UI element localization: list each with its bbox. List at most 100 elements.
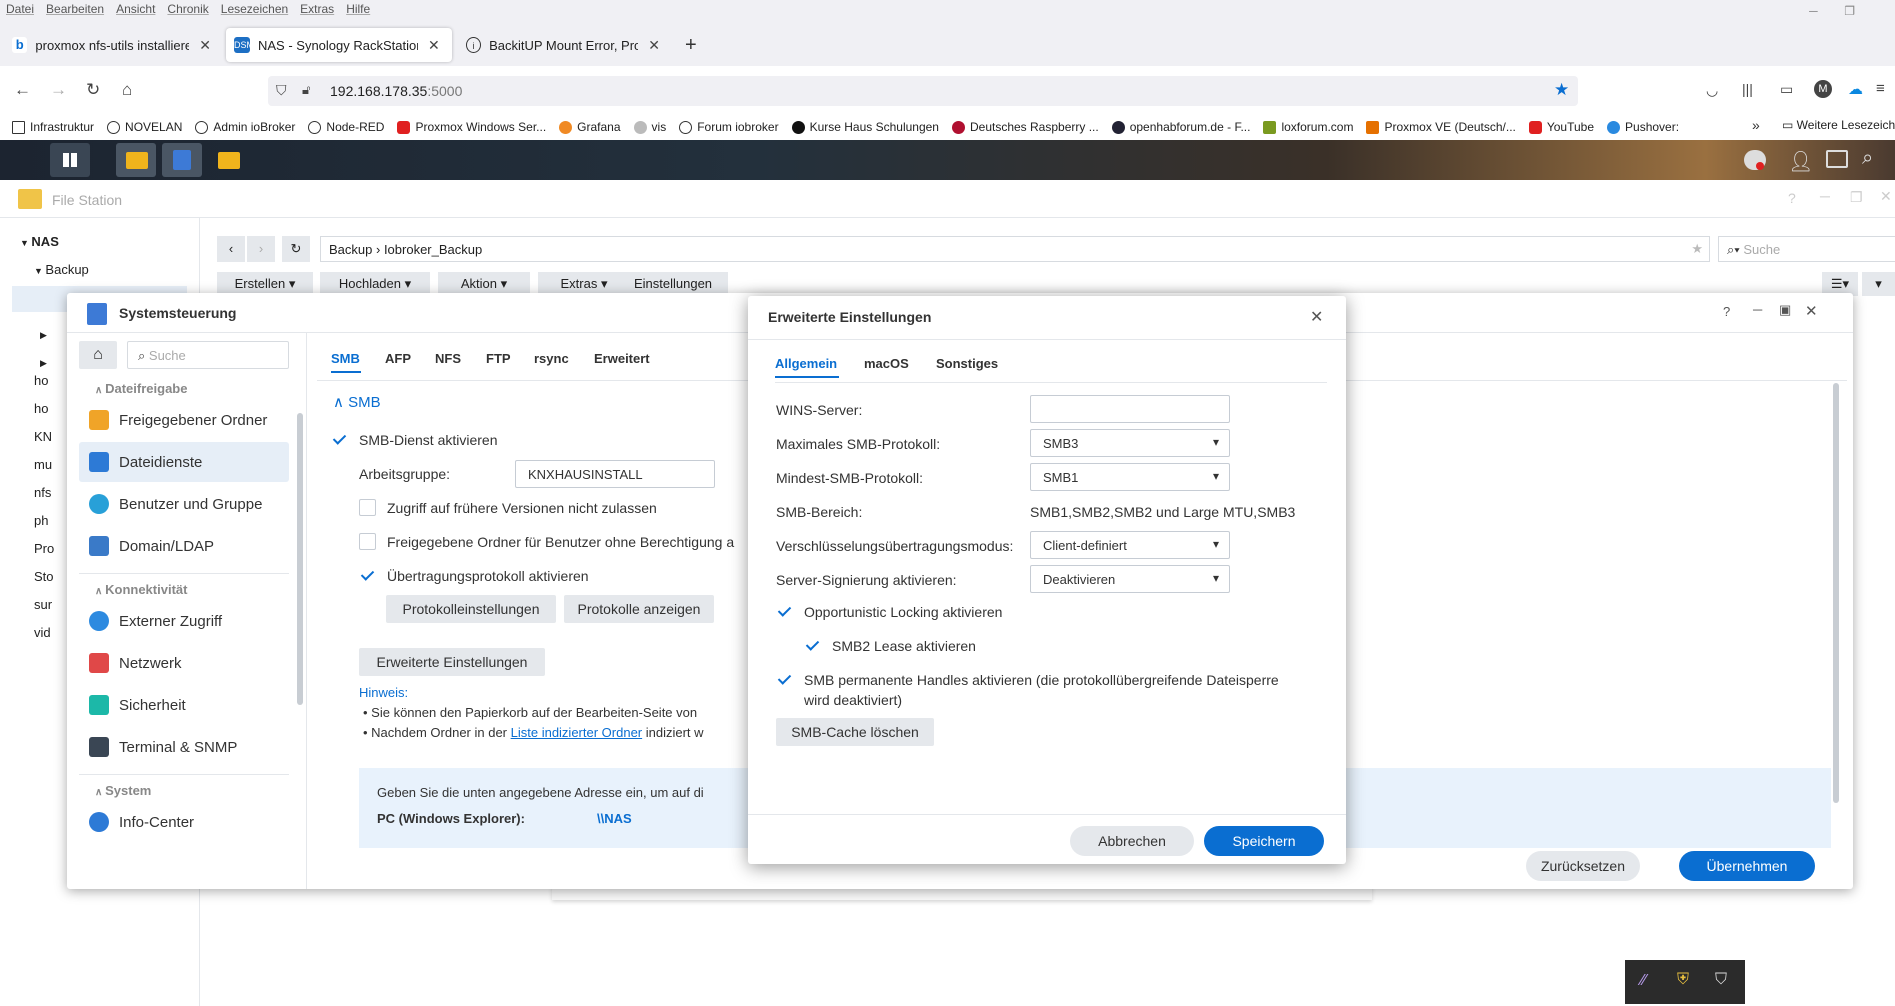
new-tab-icon[interactable]: + <box>685 34 697 57</box>
tab-rsync[interactable]: rsync <box>534 351 569 366</box>
close-icon[interactable]: ✕ <box>199 37 211 54</box>
bookmark-folder[interactable]: Infrastruktur <box>12 120 94 134</box>
bookmark[interactable]: Proxmox VE (Deutsch/... <box>1366 120 1516 134</box>
cloud-icon[interactable]: ☁ <box>1848 80 1863 98</box>
workgroup-input[interactable]: KNXHAUSINSTALL <box>515 460 715 488</box>
menu-chronik[interactable]: Chronik <box>161 0 214 16</box>
account-icon[interactable]: M <box>1814 80 1832 98</box>
bookmark[interactable]: Admin ioBroker <box>195 120 295 134</box>
url-text[interactable]: 192.168.178.35:5000 <box>330 83 462 99</box>
home-icon[interactable]: ⌂ <box>122 80 132 100</box>
reset-button[interactable]: Zurücksetzen <box>1526 851 1640 881</box>
indexed-folders-link[interactable]: Liste indizierter Ordner <box>511 725 643 740</box>
section-system[interactable]: ∧ System <box>95 783 151 798</box>
bookmark[interactable]: Kurse Haus Schulungen <box>791 120 939 134</box>
min-protocol-select[interactable]: SMB1 <box>1030 463 1230 491</box>
signing-select[interactable]: Deaktivieren <box>1030 565 1230 593</box>
filestation-search[interactable]: ⌕▾ Suche <box>1718 236 1895 262</box>
close-icon[interactable]: ✕ <box>1310 307 1323 327</box>
home-icon[interactable]: ⌂ <box>79 341 117 369</box>
shield-icon[interactable]: ⛉ <box>276 82 287 99</box>
sidebar-item-freigegebener-ordner[interactable]: Freigegebener Ordner <box>79 400 289 440</box>
close-icon[interactable]: ✕ <box>428 37 440 54</box>
controlpanel-taskbar-button[interactable] <box>162 143 202 177</box>
tab-smb[interactable]: SMB <box>331 351 360 366</box>
caret-right-icon[interactable]: ▶ <box>40 358 47 369</box>
durable-handles-checkbox[interactable] <box>776 671 793 688</box>
lock-icon[interactable]: 🔓︎ <box>302 82 310 98</box>
section-konnektivitaet[interactable]: ∧ Konnektivität <box>95 582 187 597</box>
sidebar-item-benutzer[interactable]: Benutzer und Gruppe <box>79 484 289 524</box>
user-icon[interactable]: 👤︎ <box>1788 149 1813 174</box>
advanced-settings-button[interactable]: Erweiterte Einstellungen <box>359 648 545 676</box>
tab-nfs[interactable]: NFS <box>435 351 461 366</box>
max-protocol-select[interactable]: SMB3 <box>1030 429 1230 457</box>
close-icon[interactable]: ✕ <box>648 37 660 54</box>
sidebar-item-netzwerk[interactable]: Netzwerk <box>79 643 289 683</box>
reload-icon[interactable]: ↻ <box>86 80 100 100</box>
window-controls[interactable]: ─ ❐ <box>1809 4 1855 18</box>
tree-item[interactable]: Sto <box>34 569 54 584</box>
view-logs-button[interactable]: Protokolle anzeigen <box>564 595 714 623</box>
minimize-icon[interactable]: ─ <box>1820 188 1830 204</box>
tree-root[interactable]: ▼ NAS <box>20 234 59 249</box>
tree-item[interactable]: ho <box>34 401 48 416</box>
caret-right-icon[interactable]: ▶ <box>40 330 47 341</box>
tab-sonstiges[interactable]: Sonstiges <box>936 356 998 371</box>
bookmark[interactable]: Node-RED <box>308 120 384 134</box>
tab-proxmox[interactable]: b proxmox nfs-utils installieren - ✕ <box>4 28 219 62</box>
filestation-taskbar-button[interactable] <box>116 143 156 177</box>
bookmark[interactable]: YouTube <box>1528 120 1594 134</box>
pocket-icon[interactable]: ◡ <box>1706 82 1718 99</box>
bookmark-more[interactable]: ▭ Weitere Lesezeichen <box>1782 118 1895 132</box>
tab-erweitert[interactable]: Erweitert <box>594 351 650 366</box>
bookmark[interactable]: NOVELAN <box>107 120 182 134</box>
tab-nas[interactable]: DSM NAS - Synology RackStation ✕ <box>226 28 452 62</box>
tree-item[interactable]: ph <box>34 513 48 528</box>
menu-icon[interactable]: ≡ <box>1876 80 1885 97</box>
save-button[interactable]: Speichern <box>1204 826 1324 856</box>
menu-lesezeichen[interactable]: Lesezeichen <box>215 0 294 16</box>
tree-item[interactable]: ▼ Backup <box>34 262 89 277</box>
sidebar-item-dateidienste[interactable]: Dateidienste <box>79 442 289 482</box>
sidebar-scrollbar[interactable] <box>297 413 303 705</box>
menu-datei[interactable]: Datei <box>0 0 40 16</box>
path-segment[interactable]: Iobroker_Backup <box>384 242 482 257</box>
menu-hilfe[interactable]: Hilfe <box>340 0 376 16</box>
sidebar-item-terminal[interactable]: Terminal & SNMP <box>79 727 289 767</box>
wins-input[interactable] <box>1030 395 1230 423</box>
menu-ansicht[interactable]: Ansicht <box>110 0 161 16</box>
sidebar-item-sicherheit[interactable]: Sicherheit <box>79 685 289 725</box>
refresh-icon[interactable]: ↻ <box>282 236 310 262</box>
bookmark[interactable]: loxforum.com <box>1263 120 1353 134</box>
tab-backitup[interactable]: i BackitUP Mount Error, Proxmox ✕ <box>458 28 668 62</box>
widgets-icon[interactable] <box>1826 150 1848 168</box>
forward-button[interactable]: › <box>247 236 275 262</box>
close-icon[interactable]: ✕ <box>1805 302 1818 320</box>
apply-button[interactable]: Übernehmen <box>1679 851 1815 881</box>
library-icon[interactable]: ||| <box>1742 81 1753 97</box>
view-toggle-icon[interactable]: ▾ <box>1862 272 1895 296</box>
controlpanel-search[interactable]: ⌕ Suche <box>127 341 289 369</box>
favorite-star-icon[interactable]: ★ <box>1691 241 1703 257</box>
sidebar-icon[interactable]: ▭ <box>1780 81 1793 98</box>
bookmark[interactable]: Proxmox Windows Ser... <box>397 120 546 134</box>
menu-extras[interactable]: Extras <box>294 0 340 16</box>
help-icon[interactable]: ? <box>1788 190 1796 206</box>
defender-icon[interactable]: ⛉ <box>1715 971 1727 989</box>
oplock-checkbox[interactable] <box>776 603 793 620</box>
bookmark[interactable]: Grafana <box>559 120 621 134</box>
bookmark[interactable]: Deutsches Raspberry ... <box>951 120 1099 134</box>
smb-enable-checkbox[interactable] <box>331 431 348 448</box>
bookmark[interactable]: Pushover: <box>1607 120 1679 134</box>
section-dateifreigabe[interactable]: ∧ Dateifreigabe <box>95 381 187 396</box>
log-settings-button[interactable]: Protokolleinstellungen <box>386 595 556 623</box>
search-icon[interactable]: ⌕ <box>1862 147 1873 170</box>
smb2-lease-checkbox[interactable] <box>804 637 821 654</box>
close-icon[interactable]: ✕ <box>1880 188 1892 205</box>
menu-bearbeiten[interactable]: Bearbeiten <box>40 0 110 16</box>
path-segment[interactable]: Backup <box>329 242 372 257</box>
encryption-select[interactable]: Client-definiert <box>1030 531 1230 559</box>
cancel-button[interactable]: Abbrechen <box>1070 826 1194 856</box>
pen-icon[interactable]: ⁄⁄ <box>1641 972 1646 990</box>
